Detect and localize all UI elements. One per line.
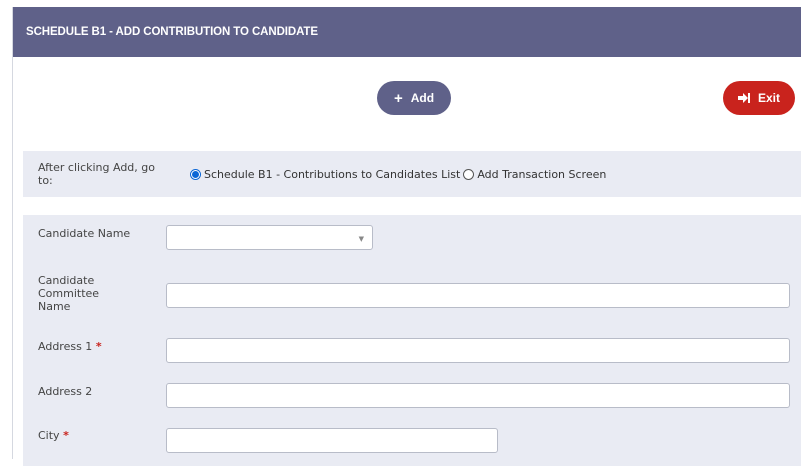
city-input[interactable] [166,428,498,453]
address1-required-mark: * [95,340,102,353]
after-add-redirect-row: After clicking Add, go to: Schedule B1 -… [23,151,801,197]
page-edge [0,0,11,459]
address1-input[interactable] [166,338,790,363]
committee-name-label: Candidate Committee Name [38,274,100,313]
radio-add-transaction[interactable] [463,168,475,180]
city-label-text: City [38,429,60,442]
sign-out-icon [737,93,750,103]
candidate-name-select[interactable]: ▼ [166,225,373,250]
address2-input[interactable] [166,383,790,408]
city-required-mark: * [63,429,69,442]
radio-schedule-list[interactable] [190,168,201,180]
schedule-b1-panel: SCHEDULE B1 - ADD CONTRIBUTION TO CANDID… [12,7,801,466]
radio-schedule-list-label[interactable]: Schedule B1 - Contributions to Candidate… [204,168,460,181]
panel-header: SCHEDULE B1 - ADD CONTRIBUTION TO CANDID… [13,7,801,57]
panel-title: SCHEDULE B1 - ADD CONTRIBUTION TO CANDID… [26,26,318,38]
radio-add-transaction-label[interactable]: Add Transaction Screen [477,168,606,181]
exit-button[interactable]: Exit [723,81,795,115]
add-button-label: Add [410,91,435,105]
contribution-form: Candidate Name ▼ Candidate Committee Nam… [23,215,801,466]
candidate-name-label: Candidate Name [38,227,131,240]
add-button[interactable]: + Add [377,81,451,115]
plus-icon: + [393,89,403,107]
chevron-down-icon: ▼ [358,235,364,243]
committee-name-input[interactable] [166,283,790,308]
address2-label: Address 2 [38,385,93,398]
address1-label-text: Address 1 [38,340,93,353]
toolbar: + Add Exit [13,57,801,141]
address1-label: Address 1 * [38,340,102,353]
exit-button-label: Exit [757,91,780,105]
city-label: City * [38,429,69,442]
redirect-label: After clicking Add, go to: [38,161,155,187]
redirect-radio-group: Schedule B1 - Contributions to Candidate… [190,168,609,181]
